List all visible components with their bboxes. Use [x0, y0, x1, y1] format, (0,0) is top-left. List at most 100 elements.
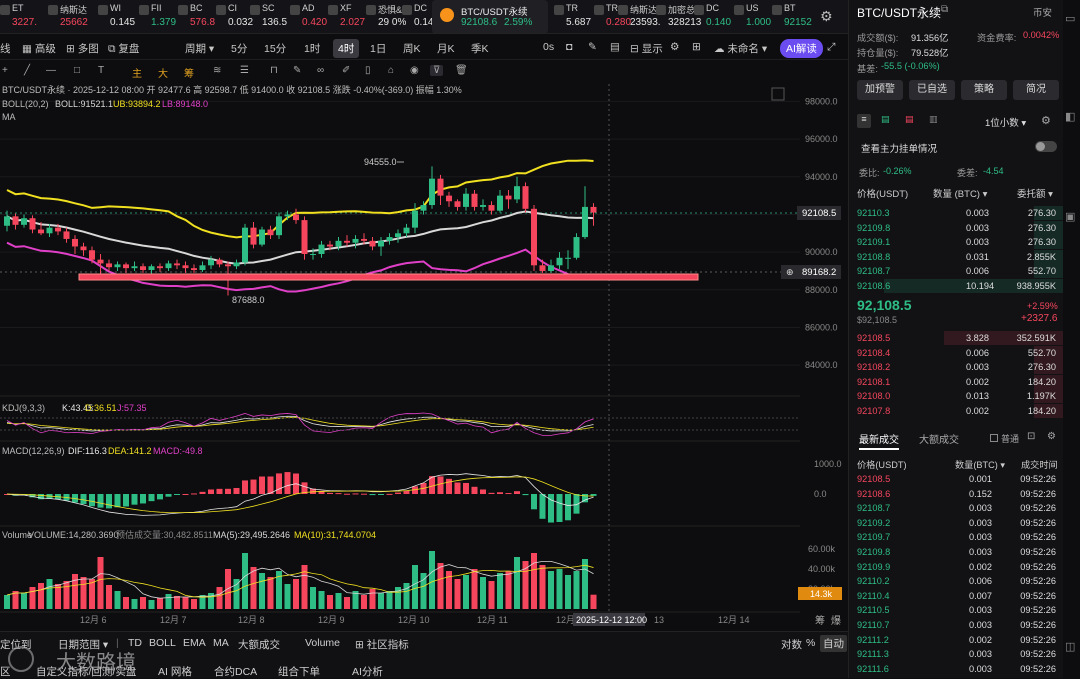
text-tool-icon[interactable]: T [98, 65, 104, 76]
link-icon[interactable]: ∞ [317, 65, 324, 76]
orderbook-row[interactable]: 92110.3 0.003 276.30 [849, 206, 1064, 221]
indicator-boll[interactable]: BOLL [149, 637, 176, 649]
edge-icon-3[interactable]: ▣ [1065, 210, 1075, 223]
pattern-icon[interactable]: ≋ [213, 65, 221, 76]
ob-header-total[interactable]: 委托额 ▾ [1017, 186, 1053, 200]
candle-body [114, 264, 121, 268]
replay-button[interactable]: ⧉ 复盘 [108, 41, 139, 56]
interval-1M[interactable]: 月K [437, 41, 455, 56]
indicator-ema[interactable]: EMA [183, 637, 206, 649]
eraser-icon[interactable]: ✐ [342, 65, 350, 76]
community-indicators-button[interactable]: ⊞ 社区指标 [355, 637, 409, 652]
magnet-icon[interactable]: ⊓ [270, 65, 278, 76]
fib-icon[interactable]: ☰ [240, 65, 249, 76]
lock-icon[interactable]: ⌂ [388, 65, 394, 76]
contract-dca-button[interactable]: 合约DCA [214, 664, 257, 679]
big-orders-link[interactable]: 查看主力挂单情况 [861, 141, 937, 155]
interval-5m[interactable]: 5分 [231, 41, 247, 56]
orderbook-row[interactable]: 92109.1 0.003 276.30 [849, 235, 1064, 250]
display-button[interactable]: ⊟ 显示 [630, 41, 663, 56]
combo-order-button[interactable]: 组合下单 [278, 664, 320, 679]
liquidation-label[interactable]: 爆 [831, 615, 841, 627]
percent-scale-toggle[interactable]: % [806, 637, 815, 649]
trades-filter-icon[interactable]: ⊡ [1027, 431, 1035, 442]
auto-scale-toggle[interactable]: 自动 [820, 635, 847, 652]
indicator-ma[interactable]: MA [213, 637, 229, 649]
orderbook-bids-icon[interactable]: ▤ [881, 114, 890, 125]
interval-15m[interactable]: 15分 [264, 41, 286, 56]
sidebar-button[interactable]: 策略 [961, 80, 1007, 100]
trash-icon[interactable]: 🗑 [455, 65, 468, 76]
advanced-button[interactable]: ▦ 高级 [22, 41, 56, 56]
orderbook-row[interactable]: 92108.0 0.013 1.197K [849, 389, 1064, 404]
orderbook-row[interactable]: 92108.4 0.006 552.70 [849, 345, 1064, 361]
interval-1w[interactable]: 周K [403, 41, 421, 56]
filter-icon[interactable]: ⊽ [430, 65, 444, 76]
ob-header-qty[interactable]: 数量 (BTC) ▾ [933, 186, 987, 200]
period-dropdown[interactable]: 周期 ▾ [185, 41, 214, 56]
precision-dropdown[interactable]: 1位小数 ▾ [985, 115, 1026, 129]
draw-pen-icon[interactable]: ✎ [588, 41, 597, 53]
interval-1h[interactable]: 1时 [304, 41, 320, 56]
multi-chart-button[interactable]: ⊞ 多图 [66, 41, 99, 56]
cloud-save-button[interactable]: ☁ 未命名 ▾ [714, 41, 767, 56]
chip-dist-label[interactable]: 筹 [815, 614, 825, 627]
main-chart-button[interactable]: 主 [132, 65, 142, 80]
tab-latest-trades[interactable]: 最新成交 [859, 431, 899, 450]
log-scale-toggle[interactable]: 对数 [781, 637, 802, 652]
orderbook-row[interactable]: 92108.2 0.003 276.30 [849, 360, 1064, 375]
sidebar-button[interactable]: 加预警 [857, 80, 903, 100]
expand-icon[interactable]: ⤢ [827, 41, 835, 54]
chip-button[interactable]: 筹 [184, 65, 194, 80]
brush-icon[interactable]: ✎ [293, 65, 301, 76]
sidebar-button[interactable]: 简况 [1013, 80, 1059, 100]
orderbook-depth-icon[interactable]: ▥ [929, 114, 938, 125]
copy-icon[interactable]: ⧉ [941, 4, 948, 15]
active-ticker-tab[interactable]: BTC/USDT永续 92108.6 2.59% [432, 0, 548, 33]
settings-gear-icon[interactable]: ⚙ [820, 8, 833, 25]
orderbook-row[interactable]: 92107.8 0.002 184.20 [849, 404, 1064, 419]
support-line-drawing[interactable] [78, 273, 699, 281]
orderbook-row[interactable]: 92108.8 0.031 2.855K [849, 249, 1064, 265]
tab-big-trades[interactable]: 大额成交 [919, 431, 959, 446]
big-button[interactable]: 大 [158, 65, 168, 80]
eye-icon[interactable]: ◉ [410, 65, 419, 76]
layout-toggle-icon[interactable]: ⊞ [692, 41, 701, 53]
line-tool-icon[interactable]: ╱ [24, 65, 30, 76]
normal-checkbox[interactable]: 普通 [990, 432, 1019, 445]
indicator-big-trades[interactable]: 大额成交 [238, 637, 280, 652]
indicator-volume[interactable]: Volume [305, 637, 340, 649]
orderbook-row[interactable]: 92109.8 0.003 276.30 [849, 220, 1064, 236]
interval-4h[interactable]: 4时 [333, 39, 360, 58]
trades-header-qty[interactable]: 数量(BTC) ▾ [955, 457, 1005, 471]
orderbook-row[interactable]: 92108.7 0.006 552.70 [849, 264, 1064, 279]
big-orders-toggle[interactable] [1035, 141, 1057, 152]
edge-icon-2[interactable]: ◧ [1065, 110, 1075, 123]
edge-icon-1[interactable]: ▭ [1065, 12, 1075, 25]
orderbook-asks-icon[interactable]: ▤ [905, 114, 914, 125]
price-chart[interactable]: 94555.0 87688.0 BTC/USDT永续 · 2025-12-12 … [0, 84, 848, 631]
orderbook-both-icon[interactable]: ≡ [857, 114, 871, 128]
ai-analysis-button[interactable]: AI分析 [352, 664, 383, 679]
trades-settings-icon[interactable]: ⚙ [1047, 431, 1056, 442]
interval-1q[interactable]: 季K [471, 41, 489, 56]
edge-icon-4[interactable]: ◫ [1065, 640, 1075, 653]
camera-icon[interactable]: ◘ [566, 41, 572, 53]
hline-tool-icon[interactable]: — [46, 65, 56, 76]
ai-grid-button[interactable]: AI 网格 [158, 664, 192, 679]
orderbook-row[interactable]: 92108.6 10.194 938.955K [849, 279, 1064, 294]
orderbook-row[interactable]: 92108.1 0.002 184.20 [849, 374, 1064, 390]
crosshair-icon[interactable]: + [2, 65, 8, 76]
rect-tool-icon[interactable]: □ [74, 65, 80, 76]
mid-price: 92,108.5 [857, 297, 912, 313]
ai-interpret-button[interactable]: AI解读 [780, 39, 823, 58]
orderbook-settings-icon[interactable]: ⚙ [1041, 114, 1051, 127]
notes-icon[interactable]: ▤ [610, 41, 620, 53]
sidebar-button[interactable]: 已自选 [909, 80, 955, 100]
interval-1d[interactable]: 1日 [370, 41, 386, 56]
orderbook-row[interactable]: 92108.5 3.828 352.591K [849, 331, 1064, 346]
settings-icon[interactable]: ⚙ [670, 41, 679, 53]
delete-icon[interactable]: ▯ [365, 65, 371, 76]
cloud-icon: ☁ [714, 43, 725, 55]
zero-s-button[interactable]: 0s [543, 41, 554, 53]
